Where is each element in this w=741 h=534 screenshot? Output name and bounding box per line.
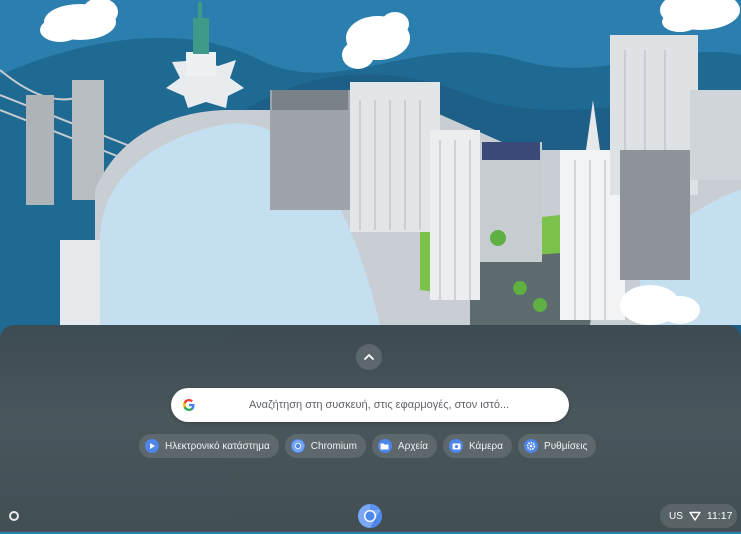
suggestion-chip-camera[interactable]: Κάμερα bbox=[443, 434, 513, 458]
suggestion-chip-files[interactable]: Αρχεία bbox=[371, 434, 437, 458]
suggestion-chip-label: Κάμερα bbox=[469, 440, 504, 452]
suggestion-chip-settings[interactable]: Ρυθμίσεις bbox=[518, 434, 597, 458]
files-folder-icon bbox=[377, 439, 392, 453]
search-placeholder-text: Αναζήτηση στη συσκευή, στις εφαρμογές, σ… bbox=[249, 399, 510, 411]
launcher-circle-icon bbox=[9, 511, 19, 521]
ime-indicator: US bbox=[669, 510, 683, 522]
launcher-home-button[interactable] bbox=[5, 507, 23, 525]
suggestion-chip-label: Ηλεκτρονικό κατάστημα bbox=[165, 440, 270, 452]
suggestion-chip-label: Αρχεία bbox=[397, 440, 428, 452]
suggestion-chip-label: Chromium bbox=[310, 440, 357, 452]
google-g-icon bbox=[183, 399, 195, 411]
settings-gear-icon bbox=[524, 439, 539, 453]
system-status-area[interactable]: US 11:17 bbox=[660, 504, 737, 528]
expand-launcher-button[interactable] bbox=[356, 344, 382, 370]
chromium-icon bbox=[358, 504, 383, 528]
wifi-icon bbox=[689, 511, 701, 521]
camera-icon bbox=[449, 439, 463, 453]
suggestion-chip-chromium[interactable]: Chromium bbox=[284, 434, 366, 458]
launcher-search-box[interactable]: Αναζήτηση στη συσκευή, στις εφαρμογές, σ… bbox=[171, 388, 569, 422]
suggestion-chips: Ηλεκτρονικό κατάστημα Chromium Αρχεία Κά… bbox=[139, 434, 597, 458]
clock-time: 11:17 bbox=[706, 510, 733, 522]
chromium-icon bbox=[290, 439, 305, 453]
suggestion-chip-store[interactable]: Ηλεκτρονικό κατάστημα bbox=[139, 434, 279, 458]
shelf-app-chromium[interactable] bbox=[357, 503, 383, 529]
play-store-icon bbox=[145, 439, 159, 453]
chevron-up-icon bbox=[364, 354, 374, 360]
suggestion-chip-label: Ρυθμίσεις bbox=[544, 440, 588, 452]
